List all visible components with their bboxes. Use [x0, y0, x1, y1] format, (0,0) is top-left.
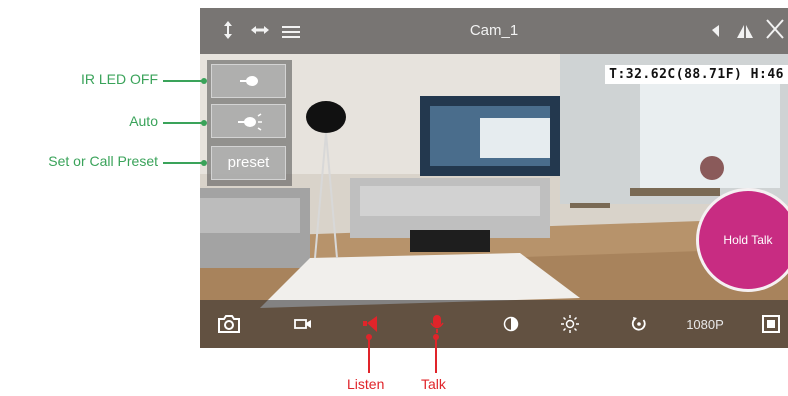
callout-listen: Listen — [347, 376, 385, 392]
callout-line-talk — [433, 334, 439, 373]
resolution-selector[interactable]: 1080P — [680, 300, 730, 348]
callout-talk: Talk — [421, 376, 446, 392]
callout-preset: Set or Call Preset — [48, 153, 158, 169]
callout-line-preset — [163, 160, 207, 166]
speaker-icon[interactable] — [708, 22, 720, 44]
top-bar: Cam_1 — [200, 8, 788, 54]
callout-auto: Auto — [129, 113, 158, 129]
ir-led-off-button[interactable] — [211, 64, 286, 98]
callout-line-ir-led-off — [163, 78, 207, 84]
hold-talk-button[interactable]: Hold Talk — [696, 188, 788, 296]
callout-line-listen — [366, 334, 372, 373]
ir-led-auto-icon — [238, 113, 262, 131]
brightness-icon[interactable] — [555, 300, 585, 348]
temperature-humidity-readout: T:32.62C(88.71F) H:46 — [605, 65, 788, 84]
fullscreen-icon[interactable] — [756, 300, 786, 348]
camera-title: Cam_1 — [469, 22, 519, 39]
ir-led-off-icon — [240, 76, 258, 86]
signal-icon — [736, 22, 754, 44]
camera-view: Cam_1 T:32.62C(88.71F) H:46 preset Hold … — [200, 8, 788, 348]
callout-line-auto — [163, 120, 207, 126]
talk-microphone-icon[interactable] — [422, 300, 452, 348]
ir-led-auto-button[interactable] — [211, 104, 286, 138]
preset-button[interactable]: preset — [211, 146, 286, 180]
side-control-panel: preset — [207, 60, 292, 186]
bottom-toolbar: 1080P — [200, 300, 788, 348]
close-icon[interactable] — [765, 18, 785, 45]
contrast-icon[interactable] — [496, 300, 526, 348]
video-record-icon[interactable] — [288, 300, 318, 348]
snapshot-camera-icon[interactable] — [214, 300, 244, 348]
listen-speaker-icon[interactable] — [355, 300, 385, 348]
rotate-icon[interactable] — [624, 300, 654, 348]
hold-talk-label: Hold Talk — [723, 233, 773, 247]
callout-ir-led-off: IR LED OFF — [80, 71, 158, 87]
preset-label: preset — [227, 154, 270, 171]
